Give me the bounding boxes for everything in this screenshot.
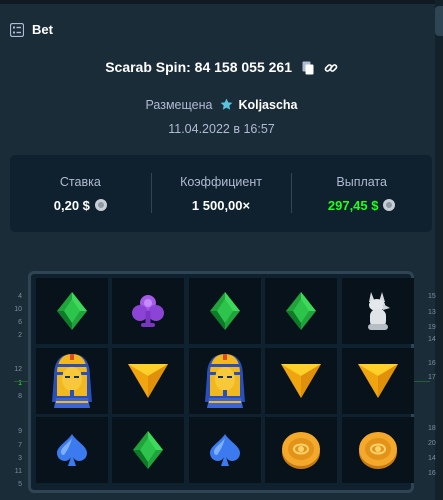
yellow-triangle-icon	[342, 348, 414, 414]
gold-coin-icon	[265, 417, 337, 483]
game-line: Scarab Spin: 84 158 055 261	[0, 59, 443, 75]
stat-value: 1 500,00×	[192, 198, 250, 213]
line-number: 11	[14, 468, 22, 475]
stat-label: Ставка	[59, 174, 101, 189]
line-number: 18	[428, 425, 436, 432]
anubis-statue-icon	[342, 278, 414, 344]
reel-cell	[341, 417, 414, 483]
reel-cell	[188, 347, 261, 414]
line-number: 16	[428, 470, 436, 477]
line-number: 7	[18, 442, 22, 449]
line-number: 15	[428, 293, 436, 300]
purple-club-icon	[112, 278, 184, 344]
reel-cell	[188, 417, 261, 483]
link-icon[interactable]	[324, 61, 338, 75]
gold-coin-icon	[342, 417, 414, 483]
reel-cell	[35, 347, 108, 414]
username-link[interactable]: Koljascha	[238, 98, 297, 112]
yellow-triangle-icon	[265, 348, 337, 414]
line-number: 14	[428, 336, 436, 343]
bet-amount: 0,20 $	[53, 197, 90, 213]
line-number: 12	[14, 366, 22, 373]
reel-cell	[265, 417, 337, 483]
reel-cell	[265, 347, 337, 414]
line-number: 10	[14, 306, 22, 313]
reel-cell	[112, 347, 184, 414]
stat-label: Коэффициент	[180, 174, 262, 189]
green-diamond-icon	[112, 417, 184, 483]
bet-stats-panel: Ставка 0,20 $ Коэффициент 1 500,00× Выпл…	[10, 155, 432, 232]
line-number: 5	[18, 481, 22, 488]
blue-spade-icon	[36, 417, 108, 483]
reel-cell	[35, 278, 108, 344]
game-id: Scarab Spin: 84 158 055 261	[105, 59, 292, 75]
payout-amount: 297,45 $	[327, 197, 379, 213]
green-diamond-icon	[189, 278, 261, 344]
reel-cell	[35, 417, 108, 483]
reel-grid	[28, 271, 414, 493]
line-number: 13	[428, 309, 436, 316]
bet-date: 11.04.2022 в 16:57	[168, 122, 275, 136]
blue-spade-icon	[189, 417, 261, 483]
scrollbar-thumb[interactable]	[435, 6, 443, 36]
reel-cell	[112, 278, 184, 344]
multiplier-value: 1 500,00×	[191, 197, 251, 213]
line-number: 20	[428, 440, 436, 447]
stat-payout: Выплата 297,45 $	[291, 155, 432, 232]
line-number: 16	[428, 360, 436, 367]
coin-icon	[94, 199, 107, 211]
placed-by-label: Размещена	[145, 98, 213, 112]
bet-modal: Bet Scarab Spin: 84 158 055 261 Размещен…	[0, 0, 443, 500]
reel-cell	[265, 278, 337, 344]
stat-label: Выплата	[336, 174, 387, 189]
line-number: 19	[428, 324, 436, 331]
pharaoh-mask-icon	[189, 348, 261, 414]
line-number: 2	[18, 332, 22, 339]
copy-icon[interactable]	[302, 61, 314, 75]
coin-icon	[383, 199, 396, 211]
modal-header: Bet	[10, 22, 53, 37]
stat-value: 297,45 $	[328, 198, 396, 213]
modal-title: Bet	[32, 22, 53, 37]
stat-multiplier: Коэффициент 1 500,00×	[150, 155, 292, 232]
stat-value: 0,20 $	[54, 198, 107, 213]
line-number: 14	[428, 455, 436, 462]
green-diamond-icon	[36, 278, 108, 344]
placed-by: Размещена Koljascha	[0, 98, 443, 112]
line-number: 9	[18, 428, 22, 435]
reel-cell	[112, 417, 184, 483]
top-strip	[0, 0, 443, 4]
reel-cell	[188, 278, 261, 344]
line-number: 8	[18, 393, 22, 400]
vip-star-icon	[220, 98, 233, 110]
reel-cell	[341, 278, 414, 344]
stat-bet: Ставка 0,20 $	[10, 155, 151, 232]
yellow-triangle-icon	[112, 348, 184, 414]
line-number: 3	[18, 455, 22, 462]
line-number: 17	[428, 374, 436, 381]
line-number: 4	[18, 293, 22, 300]
line-number: 6	[18, 319, 22, 326]
list-icon	[10, 22, 24, 37]
pharaoh-mask-icon	[36, 348, 108, 414]
green-diamond-icon	[265, 278, 337, 344]
reel-cell	[341, 347, 414, 414]
